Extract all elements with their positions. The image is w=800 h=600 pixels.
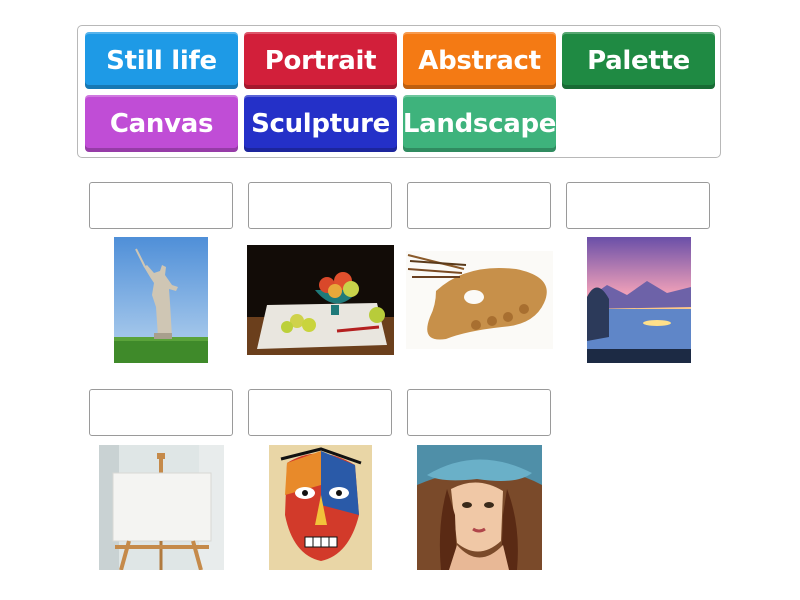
sculpture-image bbox=[114, 237, 208, 363]
still-life-image bbox=[247, 245, 394, 355]
tile-still-life[interactable]: Still life bbox=[85, 32, 238, 89]
palette-image bbox=[406, 251, 553, 349]
landscape-image bbox=[587, 237, 691, 363]
tile-abstract[interactable]: Abstract bbox=[403, 32, 556, 89]
abstract-image bbox=[269, 445, 372, 570]
canvas-image bbox=[99, 445, 224, 570]
tile-landscape[interactable]: Landscape bbox=[403, 95, 556, 152]
tile-portrait[interactable]: Portrait bbox=[244, 32, 397, 89]
portrait-image bbox=[417, 445, 542, 570]
drop-slot-6[interactable] bbox=[248, 389, 392, 436]
drop-slot-5[interactable] bbox=[89, 389, 233, 436]
tile-canvas[interactable]: Canvas bbox=[85, 95, 238, 152]
drop-slot-4[interactable] bbox=[566, 182, 710, 229]
drop-slot-2[interactable] bbox=[248, 182, 392, 229]
word-bank: Still life Portrait Abstract Palette Can… bbox=[77, 25, 721, 158]
drop-slot-7[interactable] bbox=[407, 389, 551, 436]
tile-palette[interactable]: Palette bbox=[562, 32, 715, 89]
drop-slot-1[interactable] bbox=[89, 182, 233, 229]
drop-slot-3[interactable] bbox=[407, 182, 551, 229]
tile-sculpture[interactable]: Sculpture bbox=[244, 95, 397, 152]
